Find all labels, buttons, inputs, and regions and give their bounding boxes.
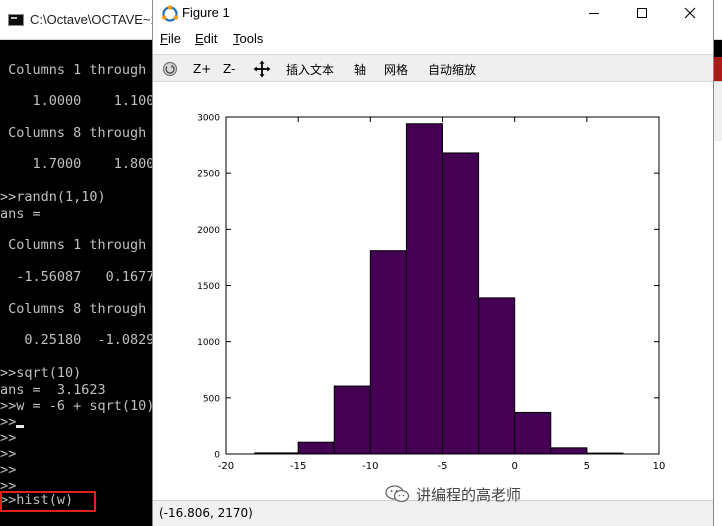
console-title: C:\Octave\OCTAVE~1 xyxy=(30,12,158,27)
console-cursor xyxy=(16,425,24,428)
console-line: 1.0000 1.100 xyxy=(0,93,155,109)
autoscale-button[interactable]: 自动缩放 xyxy=(428,59,476,79)
watermark: 讲编程的高老师 xyxy=(385,483,521,505)
y-tick-label: 1000 xyxy=(197,338,220,348)
x-tick-label: 10 xyxy=(653,461,666,472)
x-tick-label: -5 xyxy=(438,461,448,472)
plot-canvas[interactable]: -20 -15 -10 -5 0 5 10 0 500 1000 1500 2000 2500 3000 xyxy=(153,83,713,500)
histogram-bar xyxy=(297,441,335,455)
histogram-bar xyxy=(333,385,371,455)
background-window-edge xyxy=(714,57,722,526)
watermark-text: 讲编程的高老师 xyxy=(416,485,522,504)
histogram-bar xyxy=(442,152,480,455)
x-tick-label: 5 xyxy=(584,461,590,472)
axis-button[interactable]: 轴 xyxy=(354,59,366,79)
highlight-box xyxy=(0,491,96,512)
background-window-accent xyxy=(714,57,722,81)
histogram-bar xyxy=(478,297,516,455)
console-line: 0.25180 -1.0829 xyxy=(0,332,155,348)
console-line: >>w = -6 + sqrt(10) xyxy=(0,398,155,414)
figure-toolbar: Z+ Z- 插入文本 轴 网格 自动缩放 xyxy=(153,54,713,82)
x-tick-label: -15 xyxy=(290,461,306,472)
figure-title: Figure 1 xyxy=(182,5,230,20)
histogram-chart[interactable]: -20 -15 -10 -5 0 5 10 0 500 1000 1500 2000 2500 3000 xyxy=(153,83,713,500)
console-line: Columns 8 through xyxy=(0,125,147,141)
y-tick-label: 3000 xyxy=(197,114,220,124)
x-tick-label: -10 xyxy=(362,461,378,472)
zoom-out-button[interactable]: Z- xyxy=(223,59,235,79)
menu-edit[interactable]: Edit xyxy=(195,31,217,46)
maximize-icon xyxy=(637,8,647,18)
pan-button[interactable] xyxy=(253,59,271,79)
y-tick-label: 2500 xyxy=(197,170,220,180)
console-line: -1.56087 0.1677 xyxy=(0,269,155,285)
menu-tools[interactable]: Tools xyxy=(233,31,263,46)
background-window-panel xyxy=(714,81,722,141)
maximize-button[interactable] xyxy=(619,0,665,26)
console-line: 1.7000 1.800 xyxy=(0,156,155,172)
y-tick-label: 500 xyxy=(203,394,220,404)
rotate-icon xyxy=(162,61,178,77)
close-icon xyxy=(684,7,696,19)
console-output[interactable]: Columns 1 through 1.0000 1.100 Columns 8… xyxy=(0,40,160,526)
grid-button[interactable]: 网格 xyxy=(384,59,408,79)
console-line: >>randn(1,10) xyxy=(0,189,106,205)
minimize-button[interactable] xyxy=(571,0,617,26)
console-line: >> xyxy=(0,414,17,430)
console-icon xyxy=(8,14,24,26)
histogram-bar xyxy=(514,411,552,455)
x-tick-label: -20 xyxy=(218,461,234,472)
wechat-icon xyxy=(385,485,410,503)
console-line: >> xyxy=(0,462,17,478)
figure-window[interactable]: Figure 1 File Edit Tools Z+ Z- 插入文本 轴 网格… xyxy=(152,0,714,526)
histogram-bar xyxy=(369,250,407,455)
insert-text-button[interactable]: 插入文本 xyxy=(286,59,334,79)
zoom-in-button[interactable]: Z+ xyxy=(193,59,211,79)
y-tick-label: 2000 xyxy=(197,226,220,236)
octave-logo-icon xyxy=(162,5,178,22)
y-tick-label: 1500 xyxy=(197,282,220,292)
console-line: >>sqrt(10) xyxy=(0,365,82,381)
x-tick-label: 0 xyxy=(511,461,517,472)
console-line: Columns 8 through xyxy=(0,301,147,317)
histogram-bar xyxy=(550,447,588,455)
pan-icon xyxy=(253,60,271,78)
console-line: Columns 1 through xyxy=(0,62,147,78)
rotate-button[interactable] xyxy=(161,59,179,79)
console-line: ans = xyxy=(0,206,41,222)
console-line: >> xyxy=(0,430,17,446)
console-line: ans = 3.1623 xyxy=(0,382,106,398)
menubar: File Edit Tools xyxy=(153,29,713,51)
histogram-bar xyxy=(405,123,444,455)
y-tick-label: 0 xyxy=(214,451,220,461)
menu-file[interactable]: File xyxy=(160,31,181,46)
figure-titlebar[interactable]: Figure 1 xyxy=(153,0,713,26)
close-button[interactable] xyxy=(667,0,713,26)
console-line: >> xyxy=(0,446,17,462)
minimize-icon xyxy=(589,13,599,14)
cursor-coordinates: (-16.806, 2170) xyxy=(159,506,253,520)
console-line: Columns 1 through xyxy=(0,237,147,253)
